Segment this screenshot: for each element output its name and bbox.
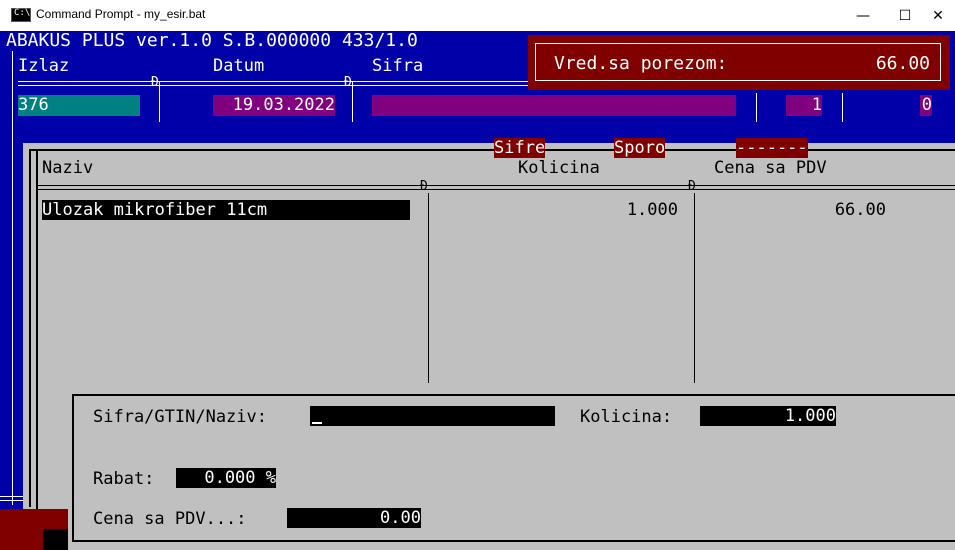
col-divider [694,193,695,383]
table-row-cena: 66.00 [834,200,886,220]
header-col-divider [352,82,353,122]
sifra-header: Sifra [372,56,424,76]
panel-inner-left [36,151,38,509]
window-title: Command Prompt - my_esir.bat [36,7,206,21]
col-divider [428,193,429,383]
header-col-divider [159,82,160,122]
close-button[interactable]: ✕ [921,3,955,29]
sifra-gtin-label: Sifra/GTIN/Naziv: [93,407,267,427]
cena-pdv-input[interactable]: 0.00 [287,508,421,528]
cmd-icon: C:\ [11,8,31,22]
rabat-input[interactable]: 0.000 % [176,468,276,488]
kolicina-input[interactable]: 1.000 [700,406,836,426]
bottom-left-cursor-block [43,529,68,550]
izlaz-header: Izlaz [18,56,70,76]
datum-header: Datum [213,56,265,76]
rabat-label: Rabat: [93,469,155,489]
izlaz-field[interactable]: 376 [18,95,140,116]
header-frame-line [12,51,13,143]
header-col-divider [842,93,843,122]
panel-border-left [29,149,31,507]
col-naziv-header: Naziv [42,158,94,178]
col-cena-header: Cena sa PDV [714,158,827,178]
separator-joint: Ð [151,75,159,90]
total-label: Vred.sa porezom: [554,53,728,74]
cena-pdv-label: Cena sa PDV...: [93,509,247,529]
tab-dashes[interactable]: ------- [736,138,808,158]
separator-joint: Ð [344,75,352,90]
tab-sifre[interactable]: Sifre [494,138,546,158]
header-field-a[interactable]: 1 [786,95,822,116]
minimize-button[interactable]: — [840,3,886,29]
panel-border-top [29,149,955,151]
table-row-kolicina: 1.000 [626,200,678,220]
text-cursor [312,422,322,424]
sifra-gtin-input[interactable] [310,406,555,426]
left-frame-line [12,143,13,505]
kolicina-label: Kolicina: [580,407,673,427]
total-value: 66.00 [875,53,930,74]
app-title: ABAKUS PLUS ver.1.0 S.B.000000 433/1.0 [6,31,418,51]
header-col-divider [756,93,757,122]
separator-joint: Ð [420,179,428,194]
cmd-icon-text: C:\ [14,8,31,18]
datum-field[interactable]: 19.03.2022 [213,95,335,116]
sifra-field[interactable] [372,95,736,116]
left-strip-separator [0,496,23,501]
header-separator [18,81,528,86]
console-area[interactable]: ABAKUS PLUS ver.1.0 S.B.000000 433/1.0 Ð… [0,31,955,550]
col-kolicina-header: Kolicina [518,158,600,178]
window-titlebar[interactable]: C:\ Command Prompt - my_esir.bat — ☐ ✕ [0,0,955,31]
tab-sporo[interactable]: Sporo [614,138,666,158]
header-field-b[interactable]: 0 [920,95,932,116]
table-header-separator [38,185,955,190]
table-row-naziv[interactable]: Ulozak mikrofiber 11cm [42,200,410,220]
